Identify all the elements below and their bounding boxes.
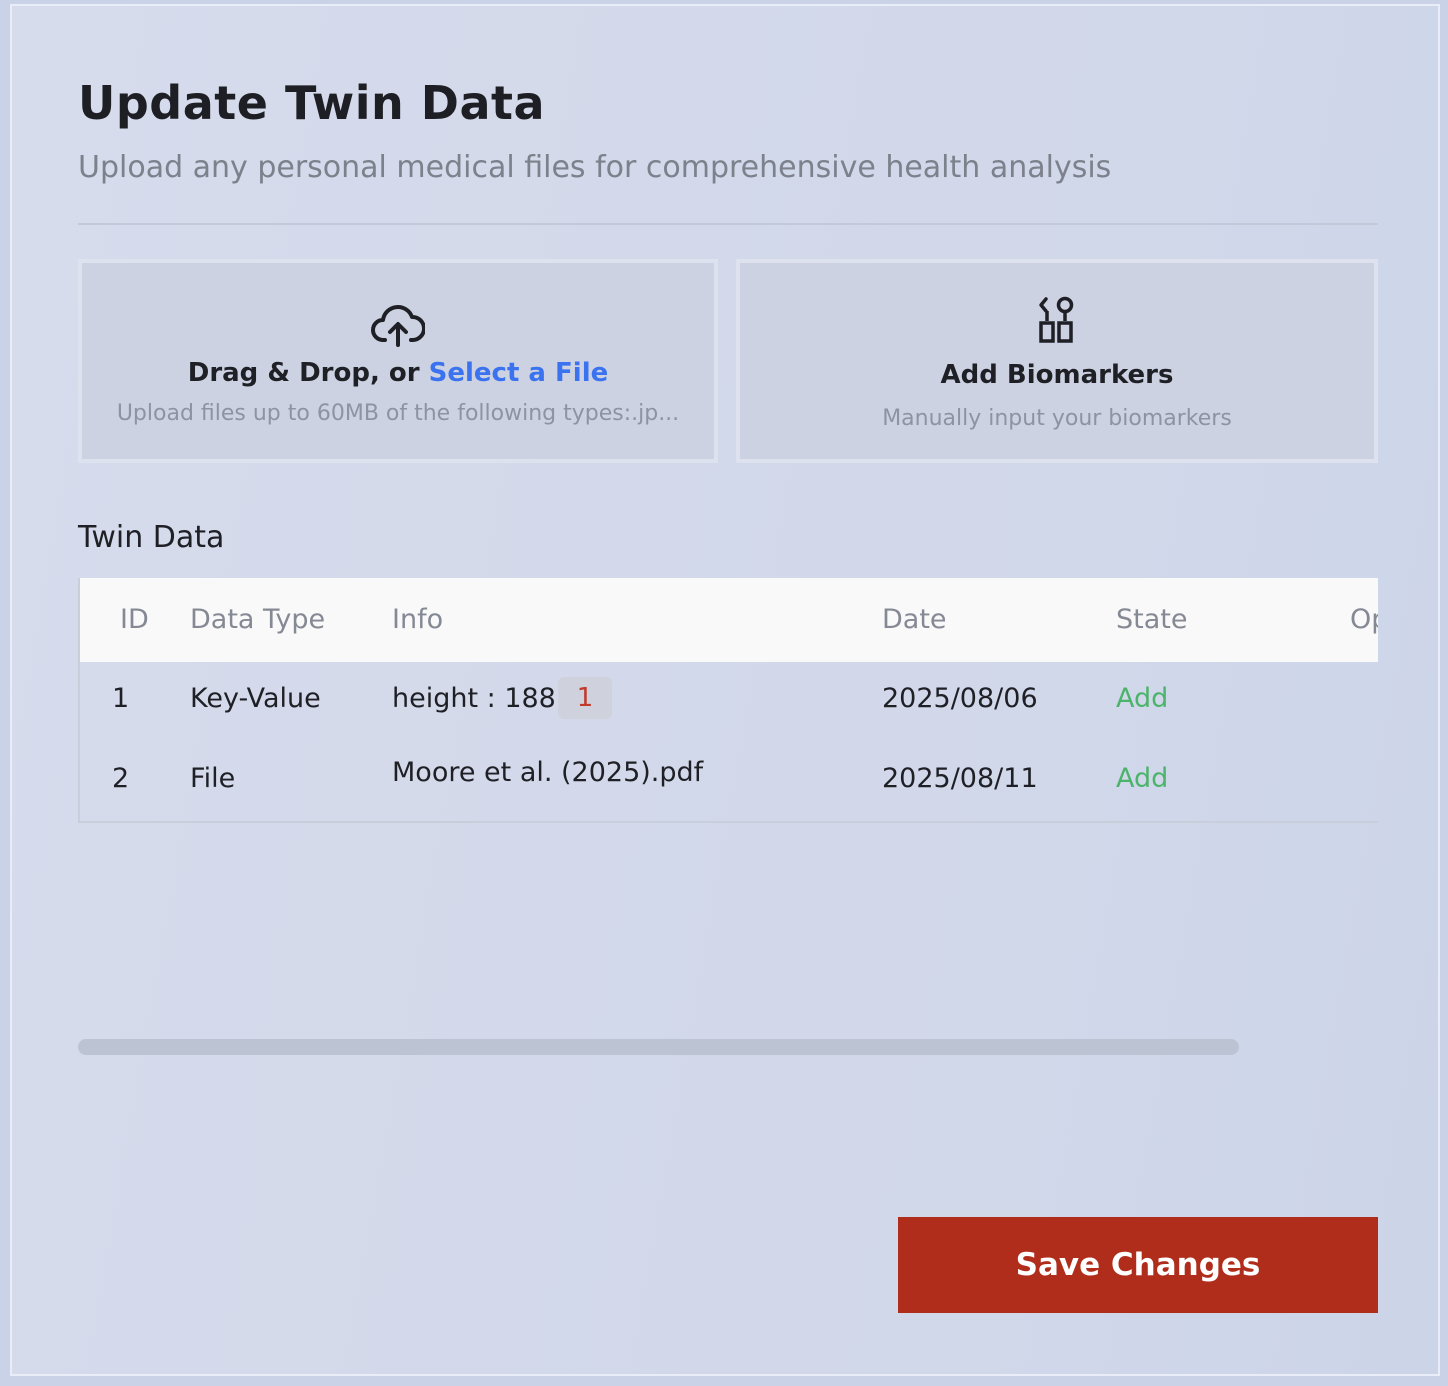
column-header-data-type[interactable]: Data Type (190, 604, 325, 635)
upload-lead-text: Drag & Drop, or (187, 358, 429, 388)
add-biomarkers-hint: Manually input your biomarkers (882, 406, 1232, 431)
row-info: Moore et al. (2025).pdf (392, 757, 704, 788)
column-header-date[interactable]: Date (882, 604, 947, 635)
page-subtitle: Upload any personal medical files for co… (78, 150, 1112, 185)
row-date: 2025/08/06 (882, 683, 1038, 714)
twin-data-table: ID Data Type Info Date State Op 1 Key-Va… (78, 578, 1378, 823)
row-id: 1 (112, 683, 130, 714)
page-title: Update Twin Data (78, 76, 546, 130)
table-horizontal-scrollbar[interactable] (78, 1039, 1239, 1055)
cloud-upload-icon (371, 303, 426, 351)
column-header-operation[interactable]: Op (1350, 604, 1378, 635)
row-id: 2 (112, 763, 130, 794)
upload-hint: Upload files up to 60MB of the following… (116, 401, 680, 426)
row-date: 2025/08/11 (882, 763, 1038, 794)
row-data-type: Key-Value (190, 683, 321, 714)
select-file-link[interactable]: Select a File (429, 358, 609, 388)
file-upload-dropzone[interactable]: Drag & Drop, or Select a File Upload fil… (78, 259, 718, 463)
add-biomarkers-card[interactable]: Add Biomarkers Manually input your bioma… (736, 259, 1378, 463)
save-changes-button[interactable]: Save Changes (898, 1217, 1378, 1313)
row-info: height : 188 (392, 683, 556, 714)
biomarker-icon (1037, 295, 1077, 349)
update-twin-data-panel: Update Twin Data Upload any personal med… (10, 4, 1440, 1376)
column-header-id[interactable]: ID (120, 604, 149, 635)
twin-data-section-title: Twin Data (78, 520, 225, 555)
header-divider (78, 223, 1378, 225)
row-data-type: File (190, 763, 236, 794)
table-header: ID Data Type Info Date State Op (80, 578, 1378, 662)
upload-heading: Drag & Drop, or Select a File (82, 358, 714, 388)
row-state: Add (1116, 683, 1169, 714)
info-count-badge: 1 (558, 677, 612, 719)
add-biomarkers-title: Add Biomarkers (940, 360, 1174, 390)
column-header-state[interactable]: State (1116, 604, 1187, 635)
row-state: Add (1116, 763, 1169, 794)
column-header-info[interactable]: Info (392, 604, 443, 635)
